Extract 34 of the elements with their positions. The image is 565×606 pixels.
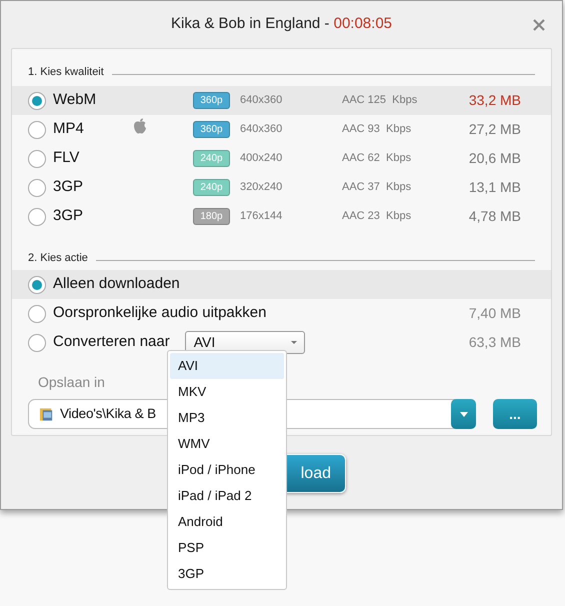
file-size-text: 63,3 MB [468,333,521,352]
field-label: Opslaan in [38,374,105,390]
resolution-text: 640x360 [240,93,282,108]
file-size-text: 33,2 MB [468,91,521,110]
format-label: 3GP [53,206,84,226]
quality-badge: 240p [193,150,230,167]
resolution-text: 176x144 [240,209,282,224]
audio-bitrate-text: AAC 93 Kbps [342,122,412,138]
file-size-text: 4,78 MB [468,207,521,226]
audio-bitrate-text: AAC 62 Kbps [342,151,412,166]
section-heading: 2. Kies actie [28,250,88,266]
window-title: Kika & Bob in England - 00:08:05 [171,14,392,34]
quality-badge: 180p [193,208,230,225]
file-size-text: 7,40 MB [468,304,521,323]
resolution-text: 400x240 [240,151,282,166]
format-label: 3GP [53,177,84,198]
option-label: Oorspronkelijke audio uitpakken [53,303,266,324]
audio-bitrate-text: AAC 23 Kbps [342,209,412,224]
file-size-text: 27,2 MB [468,120,521,139]
option-label: Converteren naar [53,332,170,352]
format-label: MP4 [53,119,84,140]
audio-bitrate-text: AAC 125 Kbps [342,93,418,108]
quality-badge: 240p [193,179,230,196]
file-size-text: 13,1 MB [468,178,521,197]
format-label: WebM [53,90,96,110]
option-label: Alleen downloaden [53,274,180,294]
resolution-text: 640x360 [240,122,282,138]
format-label: FLV [53,148,80,168]
resolution-text: 320x240 [240,180,282,196]
quality-badge: 360p [193,92,230,109]
audio-bitrate-text: AAC 37 Kbps [342,180,412,196]
section-heading: 1. Kies kwaliteit [28,64,104,80]
quality-badge: 360p [193,121,230,138]
file-size-text: 20,6 MB [468,149,521,168]
